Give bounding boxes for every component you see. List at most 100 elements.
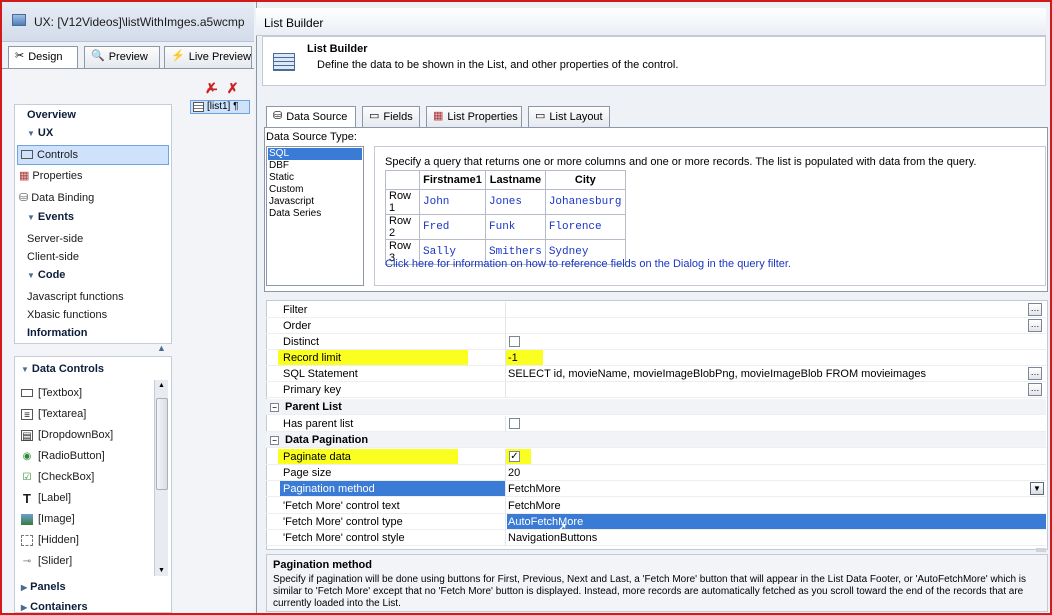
nav-group-ux[interactable]: ▼ UX (27, 127, 53, 139)
collapse-up-icon[interactable]: ▲ (157, 343, 166, 353)
control-slider[interactable]: ⊸ [Slider] (21, 555, 72, 567)
prop-value[interactable]: SELECT id, movieName, movieImageBlobPng,… (508, 368, 926, 380)
ds-type-dbf[interactable]: DBF (268, 160, 362, 172)
ds-type-static[interactable]: Static (268, 172, 362, 184)
dropdown-icon: ▤ (21, 429, 33, 442)
grid-scrollbar[interactable] (1036, 548, 1046, 552)
prop-value[interactable]: NavigationButtons (508, 532, 597, 544)
palette-group-containers[interactable]: ▶ Containers (21, 601, 88, 612)
prop-value[interactable]: FetchMore (508, 483, 561, 495)
control-textarea[interactable]: ≡ [Textarea] (21, 408, 87, 421)
prop-value[interactable]: FetchMore (508, 500, 561, 512)
control-label[interactable]: T [Label] (21, 492, 71, 505)
ellipsis-button[interactable]: … (1028, 383, 1042, 396)
prop-value[interactable]: -1 (508, 352, 518, 364)
tab-list-properties[interactable]: ▦ List Properties (426, 106, 522, 128)
collapse-minus-icon[interactable]: − (270, 403, 279, 412)
ds-type-data-series[interactable]: Data Series (268, 208, 362, 220)
property-description-title: Pagination method (273, 559, 372, 571)
ds-type-sql[interactable]: SQL (268, 148, 362, 160)
prop-row-record-limit[interactable]: Record limit -1 (266, 350, 1046, 366)
prop-row-fetch-more-text[interactable]: 'Fetch More' control text FetchMore (266, 498, 1046, 514)
has-parent-checkbox[interactable] (509, 418, 520, 429)
control-hidden[interactable]: [Hidden] (21, 534, 79, 546)
nav-group-events-label: Events (37, 211, 74, 223)
nav-group-code[interactable]: ▼ Code (27, 269, 65, 281)
control-textbox[interactable]: [Textbox] (21, 387, 82, 399)
nav-information[interactable]: Information (27, 327, 88, 339)
prop-value[interactable]: 20 (508, 467, 520, 479)
delete-icon[interactable]: ✗ (227, 80, 239, 96)
control-label: [Slider] (38, 555, 73, 567)
query-filter-help-link[interactable]: Click here for information on how to ref… (385, 258, 791, 270)
control-dropdownbox[interactable]: ▤ [DropdownBox] (21, 429, 113, 442)
ds-type-custom[interactable]: Custom (268, 184, 362, 196)
nav-item-client-side[interactable]: Client-side (27, 251, 79, 263)
prop-value[interactable]: AutoFetchMore (508, 516, 583, 528)
list-icon (193, 102, 204, 112)
nav-group-events[interactable]: ▼ Events (27, 211, 74, 223)
palette-group-panels[interactable]: ▶ Panels (21, 581, 66, 593)
prop-name: Order (283, 320, 312, 332)
prop-name: Primary key (283, 384, 342, 396)
category-label: − Parent List (270, 401, 342, 413)
prop-row-distinct[interactable]: Distinct (266, 334, 1046, 350)
prop-name: 'Fetch More' control text (283, 500, 400, 512)
scroll-down-icon[interactable]: ▼ (158, 567, 165, 574)
dialog-header-title: List Builder (307, 43, 368, 55)
prop-category-parent-list[interactable]: − Parent List (266, 399, 1046, 415)
palette-header[interactable]: ▼ Data Controls (21, 363, 104, 375)
tab-data-source-label: Data Source (286, 111, 348, 123)
scroll-up-icon[interactable]: ▲ (158, 382, 165, 389)
tab-live-preview[interactable]: ⚡ Live Preview (164, 46, 252, 68)
prop-row-fetch-more-type[interactable]: 'Fetch More' control type AutoFetchMore (266, 514, 1046, 530)
prop-name: 'Fetch More' control type (283, 516, 403, 528)
distinct-checkbox[interactable] (509, 336, 520, 347)
scrollbar-thumb[interactable] (156, 398, 168, 490)
prop-divider (505, 530, 506, 546)
tab-fields[interactable]: ▭ Fields (362, 106, 420, 128)
tab-list-layout[interactable]: ▭ List Layout (528, 106, 610, 128)
nav-item-controls[interactable]: Controls (21, 149, 78, 161)
ds-type-javascript[interactable]: Javascript (268, 196, 362, 208)
prop-category-data-pagination[interactable]: − Data Pagination (266, 432, 1046, 448)
chevron-down-icon[interactable]: ▼ (1030, 482, 1044, 495)
ellipsis-button[interactable]: … (1028, 303, 1042, 316)
prop-row-pagination-method[interactable]: Pagination method FetchMore ▼ (266, 481, 1046, 497)
control-checkbox[interactable]: ☑ [CheckBox] (21, 471, 95, 483)
nav-item-server-side[interactable]: Server-side (27, 233, 83, 245)
prop-row-paginate-data[interactable]: Paginate data ✓ (266, 449, 1046, 465)
canvas-list-control[interactable]: [list1] ¶ (190, 100, 250, 114)
paginate-checkbox[interactable]: ✓ (509, 451, 520, 462)
tab-data-source[interactable]: ⛁ Data Source (266, 106, 356, 129)
data-source-type-list[interactable]: SQL DBF Static Custom Javascript Data Se… (266, 146, 364, 286)
control-radiobutton[interactable]: ◉ [RadioButton] (21, 450, 105, 462)
control-label: [Textarea] (38, 408, 87, 420)
collapse-icon: ▼ (27, 271, 35, 280)
tab-fields-label: Fields (383, 111, 413, 123)
nav-item-xbasic-functions[interactable]: Xbasic functions (27, 309, 107, 321)
nav-item-properties[interactable]: ▦ Properties (19, 169, 83, 182)
radio-icon: ◉ (22, 450, 32, 462)
prop-row-order[interactable]: Order … (266, 318, 1046, 334)
prop-row-sql-statement[interactable]: SQL Statement SELECT id, movieName, movie… (266, 366, 1046, 382)
table-header-cell: Firstname1 (419, 170, 486, 190)
nav-item-javascript-functions[interactable]: Javascript functions (27, 291, 124, 303)
palette-scrollbar[interactable]: ▲ ▼ (154, 380, 168, 576)
ellipsis-button[interactable]: … (1028, 367, 1042, 380)
prop-row-fetch-more-style[interactable]: 'Fetch More' control style NavigationButt… (266, 530, 1046, 546)
control-image[interactable]: [Image] (21, 513, 75, 525)
prop-row-filter[interactable]: Filter… (266, 302, 1046, 318)
table-header-cell: City (544, 170, 626, 190)
collapse-minus-icon[interactable]: − (270, 436, 279, 445)
nav-overview[interactable]: Overview (27, 109, 76, 121)
tab-preview[interactable]: 🔍 Preview (84, 46, 160, 68)
tab-design[interactable]: ✂ Design (8, 46, 78, 69)
prop-row-has-parent-list[interactable]: Has parent list (266, 416, 1046, 432)
prop-row-primary-key[interactable]: Primary key … (266, 382, 1046, 398)
delete-all-icon[interactable]: ✗̶ (205, 80, 217, 96)
nav-item-data-binding[interactable]: ⛁ Data Binding (19, 191, 94, 204)
ellipsis-button[interactable]: … (1028, 319, 1042, 332)
prop-row-page-size[interactable]: Page size 20 (266, 465, 1046, 481)
properties-icon: ▦ (19, 170, 30, 182)
